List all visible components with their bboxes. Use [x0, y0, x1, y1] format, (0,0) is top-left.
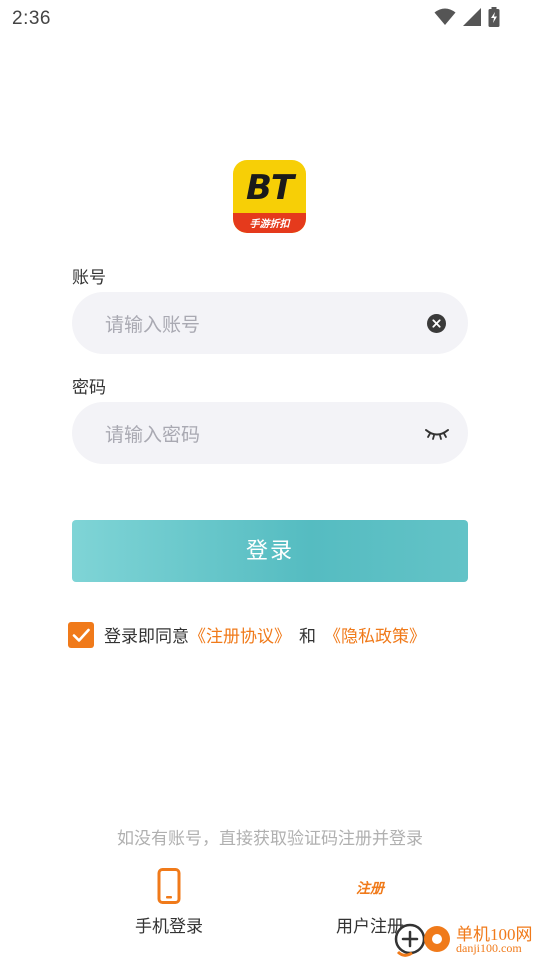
signal-icon [462, 7, 482, 32]
app-logo: BT 手游折扣 [233, 160, 306, 233]
password-placeholder: 请输入密码 [105, 425, 201, 446]
password-label: 密码 [72, 378, 106, 397]
account-field[interactable]: 请输入账号 [72, 292, 468, 354]
watermark-logo-icon [394, 923, 450, 957]
logo-text: BT [245, 168, 294, 208]
account-placeholder: 请输入账号 [105, 315, 201, 336]
watermark: 单机100网 danji100.com [392, 918, 540, 960]
clear-icon[interactable] [427, 314, 446, 333]
agree-prefix: 登录即同意 [104, 627, 189, 646]
phone-login-option[interactable]: 手机登录 [99, 867, 239, 937]
status-bar: 2:36 [0, 0, 540, 36]
status-time: 2:36 [12, 8, 51, 29]
eye-closed-icon[interactable] [424, 424, 450, 447]
agree-and: 和 [299, 627, 316, 646]
login-button[interactable]: 登录 [72, 520, 468, 582]
logo-subtitle: 手游折扣 [249, 219, 290, 230]
watermark-line2: danji100.com [456, 941, 522, 955]
register-hint: 如没有账号，直接获取验证码注册并登录 [117, 829, 423, 848]
status-icons [434, 7, 500, 32]
phone-icon [157, 867, 181, 909]
account-label: 账号 [72, 268, 106, 287]
register-badge: 注册 [356, 880, 384, 896]
terms-link[interactable]: 《注册协议》 [189, 622, 291, 647]
wifi-icon [434, 8, 456, 31]
battery-charging-icon [488, 7, 500, 32]
password-field[interactable]: 请输入密码 [72, 402, 468, 464]
agreement-row: 登录即同意 《注册协议》 和 《隐私政策》 [68, 621, 426, 648]
agree-checkbox[interactable] [68, 621, 94, 648]
phone-login-label: 手机登录 [135, 917, 203, 936]
privacy-link[interactable]: 《隐私政策》 [324, 622, 426, 647]
